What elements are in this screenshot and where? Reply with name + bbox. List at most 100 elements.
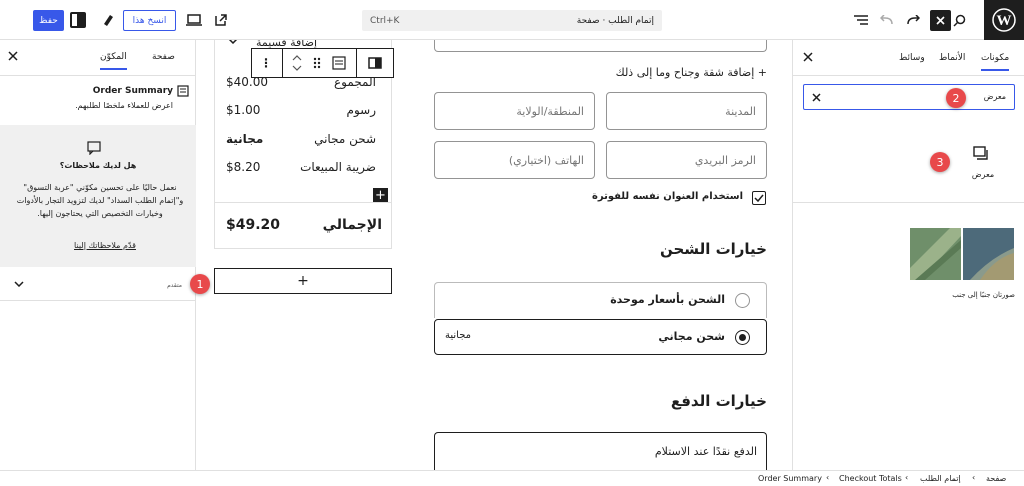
total-label: الإجمالي (322, 217, 382, 233)
close-icon (803, 52, 813, 62)
list-view-icon[interactable] (850, 9, 872, 31)
same-billing-label: استخدام العنوان نفسه للفوترة (591, 191, 743, 202)
more-options-icon[interactable]: ⋮ (260, 56, 272, 70)
document-title: إتمام الطلب · صفحة (576, 15, 654, 26)
chevron-down-icon (14, 281, 24, 287)
totals-value: مجانية (226, 132, 264, 146)
close-settings-button[interactable] (8, 51, 18, 61)
toolbar-divider (282, 49, 283, 77)
aerial-photos-image (910, 228, 1014, 280)
breadcrumb-item[interactable]: Checkout Totals (839, 474, 902, 483)
shipping-option-label: شحن مجاني (658, 330, 725, 343)
totals-label: المجموع (334, 75, 376, 89)
tab-media[interactable]: وسائط (899, 53, 925, 63)
breadcrumb-item[interactable]: صفحة (986, 474, 1006, 483)
tab-block[interactable]: المكوّن (100, 52, 127, 70)
city-field[interactable]: المدينة (606, 92, 767, 130)
pattern-preview[interactable] (910, 228, 1014, 280)
block-inserter-panel: وسائط الأنماط مكونات معرض معرض صورتان جن… (792, 40, 1024, 470)
breadcrumb-separator: ‹ (826, 473, 830, 482)
close-icon (8, 51, 18, 61)
save-button[interactable]: حفظ (33, 10, 64, 31)
close-icon (936, 16, 945, 25)
annotation-badge: 2 (946, 88, 966, 108)
shipping-option-selected[interactable]: شحن مجاني مجانية (434, 319, 767, 355)
sidebar-icon (70, 12, 86, 28)
phone-field[interactable]: الهاتف (اختياري) (434, 141, 595, 179)
wordpress-icon: W (992, 8, 1016, 32)
pattern-label: صورتان جنبًا إلى جنب (952, 291, 1015, 299)
toolbar-divider (356, 49, 357, 77)
parent-block-icon[interactable] (368, 56, 382, 70)
breadcrumb-item[interactable]: إتمام الطلب (920, 474, 961, 483)
totals-value: $1.00 (226, 103, 261, 117)
totals-value: $40.00 (226, 75, 268, 89)
totals-value: $8.20 (226, 160, 261, 174)
totals-label: شحن مجاني (314, 132, 376, 146)
feedback-comment-icon (87, 141, 101, 155)
check-icon (754, 194, 764, 202)
top-toolbar: حفظ انسخ هذا Ctrl+K إتمام الطلب · صفحة W (0, 0, 1024, 40)
settings-tabs: المكوّن صفحة (0, 40, 195, 76)
save-as-button[interactable]: انسخ هذا (123, 10, 176, 31)
state-field[interactable]: المنطقة/الولاية (434, 92, 595, 130)
advanced-panel-toggle[interactable]: متقدم (0, 267, 196, 301)
tab-blocks[interactable]: مكونات (981, 53, 1010, 71)
address-field[interactable] (434, 40, 767, 52)
phone-placeholder: الهاتف (اختياري) (508, 153, 584, 167)
editor-canvas: ▲ ▼ إضافة قسيمة ⋮ $40.00 المجموع $1.00 ر… (196, 40, 792, 470)
totals-label: ضريبة المبيعات (300, 160, 376, 174)
gallery-icon (973, 146, 989, 162)
order-summary-icon (177, 85, 189, 97)
gallery-block-label: معرض (971, 170, 995, 179)
move-up-down-icon[interactable] (292, 52, 302, 74)
breadcrumb-separator: ‹ (972, 473, 976, 482)
shipping-heading: خيارات الشحن (660, 240, 767, 258)
drag-handle-icon[interactable] (313, 57, 321, 69)
breadcrumb-separator: ‹ (905, 473, 909, 482)
settings-sidebar-toggle[interactable] (67, 9, 89, 31)
postcode-field[interactable]: الرمز البريدي (606, 141, 767, 179)
divider (793, 202, 1024, 203)
block-description: اعرض للعملاء ملخصًا لطلبهم. (75, 101, 173, 110)
block-breadcrumb: صفحة ‹ إتمام الطلب ‹ Checkout Totals ‹ O… (0, 470, 1024, 486)
shipping-option-label: الشحن بأسعار موحدة (610, 293, 725, 306)
radio-button[interactable] (735, 293, 750, 308)
search-icon[interactable] (948, 9, 970, 31)
block-appender-button[interactable]: + (214, 268, 392, 294)
city-placeholder: المدينة (725, 104, 756, 118)
undo-icon[interactable] (876, 9, 898, 31)
payment-option[interactable]: الدفع نقدًا عند الاستلام (434, 432, 767, 470)
gallery-block-result[interactable]: معرض (953, 138, 1013, 188)
add-block-button[interactable]: + (373, 188, 388, 203)
block-title: Order Summary (92, 86, 173, 96)
block-settings-sidebar: المكوّن صفحة Order Summary اعرض للعملاء … (0, 40, 196, 470)
postcode-placeholder: الرمز البريدي (694, 153, 756, 167)
redo-icon[interactable] (902, 9, 924, 31)
command-palette-bar[interactable]: Ctrl+K إتمام الطلب · صفحة (362, 10, 662, 31)
chevron-up-icon[interactable] (228, 40, 238, 44)
annotation-badge: 1 (190, 274, 210, 294)
preview-device-icon[interactable] (183, 9, 205, 31)
add-apartment-link[interactable]: + إضافة شقة وجناح وما إلى ذلك (556, 66, 767, 79)
external-view-icon[interactable] (210, 9, 232, 31)
payment-heading: خيارات الدفع (670, 392, 767, 410)
tab-patterns[interactable]: الأنماط (939, 53, 965, 63)
tab-page[interactable]: صفحة (152, 52, 175, 62)
same-billing-checkbox[interactable] (752, 191, 766, 205)
state-placeholder: المنطقة/الولاية (516, 104, 584, 118)
breadcrumb-item-current[interactable]: Order Summary (758, 474, 822, 483)
order-summary-block-icon[interactable] (332, 56, 346, 70)
feedback-title: هل لديك ملاحظات؟ (59, 161, 137, 170)
inserter-search-input[interactable]: معرض (803, 84, 1015, 110)
style-pen-icon[interactable] (97, 9, 119, 31)
payment-option-label: الدفع نقدًا عند الاستلام (654, 445, 757, 458)
totals-label: رسوم (346, 103, 376, 117)
inserter-tabs: وسائط الأنماط مكونات (793, 40, 1024, 76)
close-inserter-panel-button[interactable] (803, 52, 813, 62)
feedback-link[interactable]: قدّم ملاحظاتك إلينا (50, 241, 160, 250)
clear-search-icon[interactable] (812, 93, 821, 102)
wordpress-logo-button[interactable]: W (984, 0, 1024, 40)
shipping-option[interactable]: الشحن بأسعار موحدة (434, 282, 767, 318)
radio-button-selected[interactable] (735, 330, 750, 345)
